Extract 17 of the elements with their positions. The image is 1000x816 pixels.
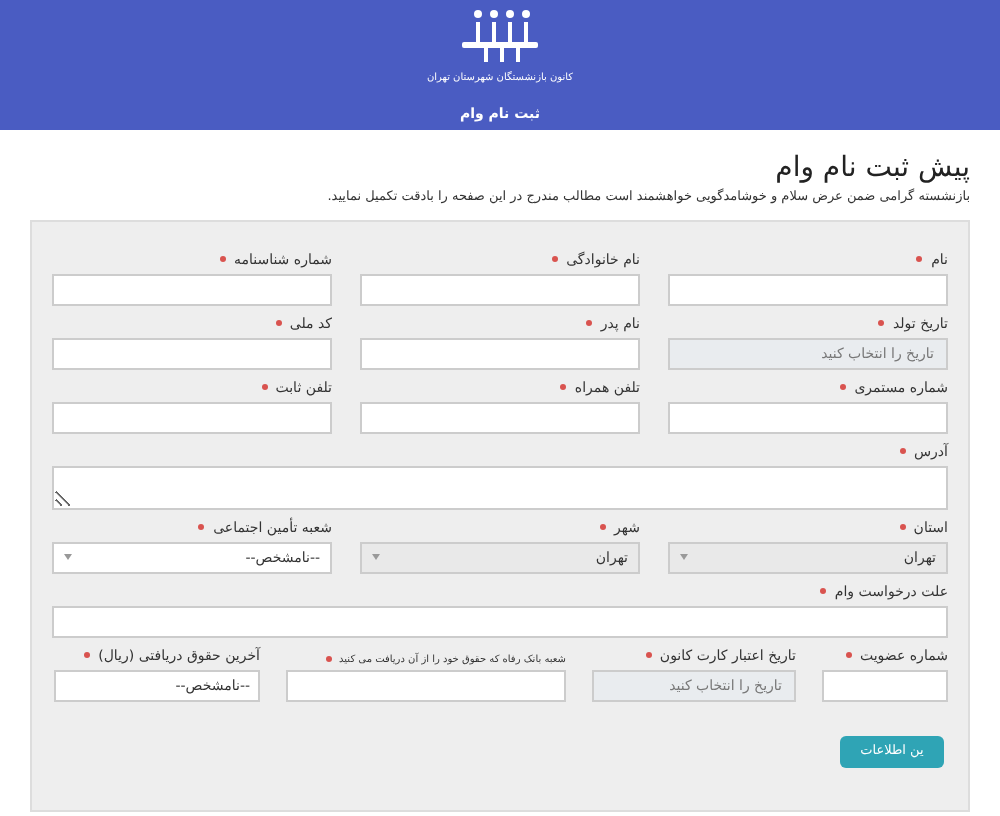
input-field[interactable] [360,401,640,434]
input-field[interactable] [286,669,566,702]
input-field[interactable] [822,669,948,702]
input-field[interactable] [52,273,332,306]
address-field[interactable] [52,465,948,510]
caret-icon [64,554,72,561]
input-field[interactable] [52,337,332,370]
input-field[interactable] [668,273,948,306]
logo-icon [462,8,538,68]
input-field[interactable] [360,337,640,370]
input-field[interactable] [360,273,640,306]
caret-icon [372,554,380,561]
form-title: پیش ثبت نام وام [773,150,970,186]
caret-icon [680,554,688,561]
input-field[interactable] [52,605,948,638]
input-field[interactable] [668,401,948,434]
input-field[interactable] [52,401,332,434]
